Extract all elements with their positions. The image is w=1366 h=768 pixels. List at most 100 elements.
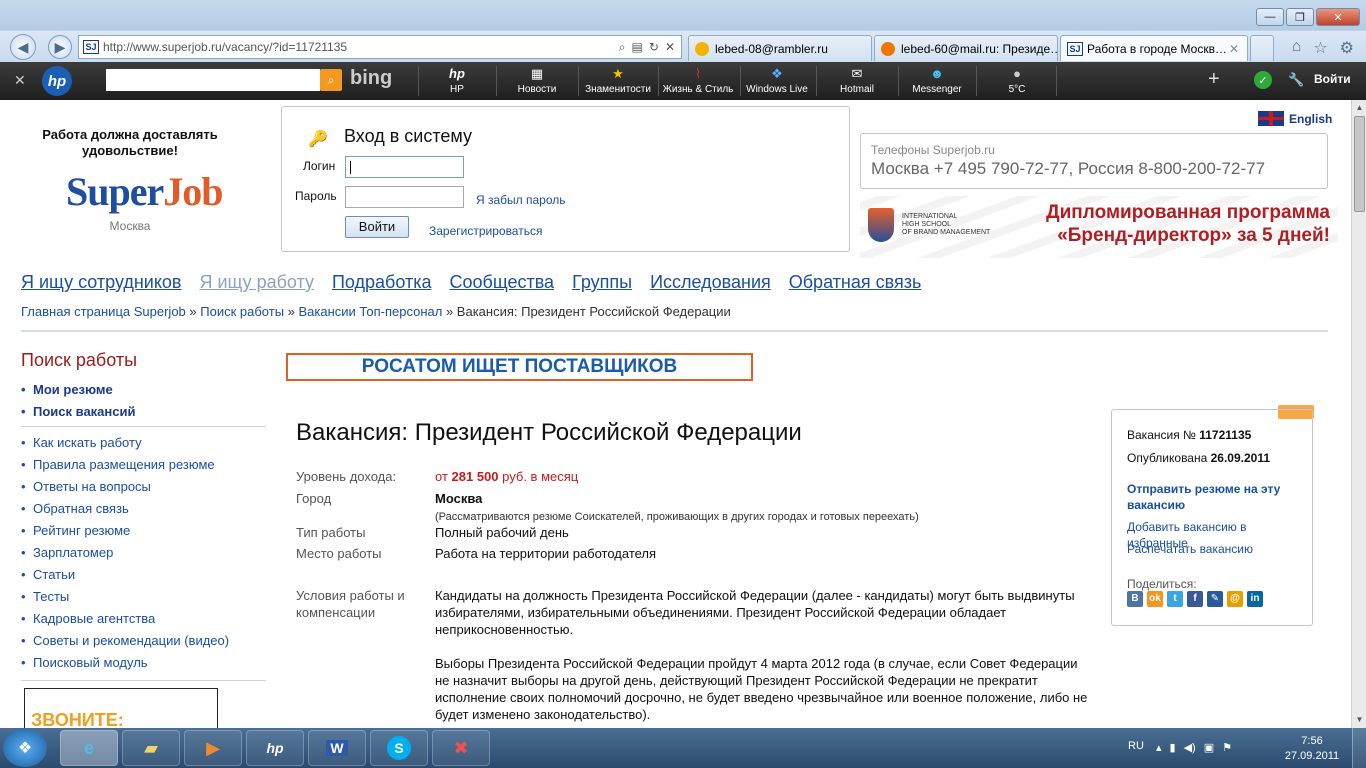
toolbar-hotmail[interactable]: ✉ Hotmail — [826, 66, 888, 95]
breadcrumb-job-search[interactable]: Поиск работы — [200, 304, 284, 319]
close-tab-icon[interactable]: ✕ — [1229, 42, 1239, 56]
search-button[interactable]: ⌕ — [320, 69, 342, 91]
print-vacancy-link[interactable]: Распечатать вакансию — [1127, 541, 1307, 557]
mailru-icon[interactable]: @ — [1227, 591, 1243, 607]
wrench-icon[interactable]: 🔧 — [1288, 72, 1304, 88]
language-switch[interactable]: English — [1258, 111, 1332, 126]
toolbar-news[interactable]: ▦ Новости — [502, 66, 572, 95]
taskbar-network-app[interactable]: ✖ — [432, 730, 490, 766]
search-icon[interactable]: ⌕ — [619, 40, 626, 55]
nav-part-time[interactable]: Подработка — [332, 272, 432, 293]
workplace-label: Место работы — [296, 546, 382, 561]
hp-logo-icon[interactable]: hp — [42, 66, 72, 96]
sidebar-item-search-module[interactable]: Поисковый модуль — [21, 655, 266, 677]
forgot-password-link[interactable]: Я забыл пароль — [476, 193, 566, 207]
vertical-scrollbar[interactable]: ▲ ▼ — [1351, 100, 1366, 728]
toolbar-login-link[interactable]: Войти — [1314, 72, 1351, 86]
nav-groups[interactable]: Группы — [572, 272, 632, 293]
brand-school-banner[interactable]: INTERNATIONAL HIGH SCHOOL OF BRAND MANAG… — [860, 196, 1338, 258]
register-link[interactable]: Зарегистрироваться — [429, 224, 542, 238]
sidebar-item-how-to-search[interactable]: Как искать работу — [21, 435, 266, 457]
gear-icon[interactable]: ⚙ — [1340, 38, 1354, 58]
sidebar-item-video-tips[interactable]: Советы и рекомендации (видео) — [21, 633, 266, 655]
keyboard-language[interactable]: RU — [1128, 740, 1144, 752]
sidebar-item-agencies[interactable]: Кадровые агентства — [21, 611, 266, 633]
toolbar-windows-live[interactable]: ❖ Windows Live — [744, 66, 810, 95]
sidebar-item-faq[interactable]: Ответы на вопросы — [21, 479, 266, 501]
sidebar-item-vacancy-search[interactable]: Поиск вакансий — [21, 404, 266, 426]
vkontakte-icon[interactable]: В — [1127, 591, 1143, 607]
toolbar-celebrities[interactable]: ★ Знаменитости — [582, 66, 654, 95]
odnoklassniki-icon[interactable]: ok — [1147, 591, 1163, 607]
livejournal-icon[interactable]: ✎ — [1207, 591, 1223, 607]
nav-communities[interactable]: Сообщества — [450, 272, 555, 293]
url-text[interactable]: http://www.superjob.ru/vacancy/?id=11721… — [103, 40, 619, 54]
toolbar-lifestyle[interactable]: ⌇ Жизнь & Стиль — [660, 66, 736, 95]
close-window-button[interactable]: ✕ — [1316, 8, 1360, 26]
scroll-down-arrow-icon[interactable]: ▼ — [1352, 712, 1366, 728]
breadcrumb-top-vacancies[interactable]: Вакансии Топ-персонал — [299, 304, 443, 319]
sidebar-item-salary-meter[interactable]: Зарплатомер — [21, 545, 266, 567]
taskbar-clock[interactable]: 7:56 27.09.2011 — [1282, 734, 1342, 764]
start-button[interactable]: ❖ — [3, 729, 47, 767]
twitter-icon[interactable]: t — [1167, 591, 1183, 607]
sidebar-ad[interactable]: ЗВОНИТЕ: — [24, 688, 218, 728]
add-toolbar-button[interactable]: + — [1208, 68, 1220, 91]
nav-employers[interactable]: Я ищу сотрудников — [21, 272, 182, 293]
volume-icon[interactable]: ◀) — [1184, 741, 1196, 754]
sidebar-item-feedback[interactable]: Обратная связь — [21, 501, 266, 523]
taskbar-hp[interactable]: hp — [246, 730, 304, 766]
minimize-button[interactable]: — — [1256, 8, 1284, 26]
stop-icon[interactable]: ✕ — [665, 40, 675, 55]
tab-rambler[interactable]: lebed-08@rambler.ru — [688, 35, 872, 61]
taskbar-word[interactable]: W — [308, 730, 366, 766]
address-bar[interactable]: SJ http://www.superjob.ru/vacancy/?id=11… — [78, 35, 682, 59]
home-icon[interactable]: ⌂ — [1292, 38, 1302, 58]
scrollbar-thumb[interactable] — [1354, 116, 1365, 212]
refresh-icon[interactable]: ↻ — [649, 40, 659, 55]
nav-feedback[interactable]: Обратная связь — [789, 272, 922, 293]
nav-job-search[interactable]: Я ищу работу — [200, 272, 314, 293]
tray-arrow-icon[interactable]: ▴ — [1156, 741, 1162, 754]
bing-search-input[interactable] — [106, 69, 320, 91]
taskbar-explorer[interactable]: ▰ — [122, 730, 180, 766]
back-button[interactable]: ◀ — [10, 34, 36, 60]
new-tab-button[interactable] — [1250, 35, 1274, 61]
scroll-up-arrow-icon[interactable]: ▲ — [1352, 100, 1366, 116]
password-input[interactable] — [345, 186, 464, 208]
close-toolbar-icon[interactable]: ✕ — [14, 72, 26, 89]
sidebar-item-rules[interactable]: Правила размещения резюме — [21, 457, 266, 479]
sidebar-item-my-resumes[interactable]: Мои резюме — [21, 382, 266, 404]
rosatom-banner[interactable]: РОСАТОМ ИЩЕТ ПОСТАВЩИКОВ — [286, 353, 753, 381]
network-icon[interactable]: ▣ — [1204, 741, 1214, 754]
login-submit-button[interactable]: Войти — [345, 216, 409, 238]
toolbar-hp[interactable]: hp HP — [432, 66, 482, 95]
taskbar-internet-explorer[interactable]: e — [60, 730, 118, 766]
nav-research[interactable]: Исследования — [650, 272, 771, 293]
send-resume-link[interactable]: Отправить резюме на эту вакансию — [1127, 481, 1307, 513]
linkedin-icon[interactable]: in — [1247, 591, 1263, 607]
security-shield-icon[interactable]: ✓ — [1254, 71, 1272, 89]
tab-superjob[interactable]: SJ Работа в городе Москв… ✕ — [1060, 35, 1248, 61]
taskbar-media-player[interactable]: ▶ — [184, 730, 242, 766]
sidebar-item-tests[interactable]: Тесты — [21, 589, 266, 611]
action-center-icon[interactable]: ⚑ — [1222, 741, 1232, 754]
tab-mail[interactable]: lebed-60@mail.ru: Президе… — [874, 35, 1058, 61]
breadcrumb-home[interactable]: Главная страница Superjob — [21, 304, 186, 319]
sidebar-item-resume-rating[interactable]: Рейтинг резюме — [21, 523, 266, 545]
facebook-icon[interactable]: f — [1187, 591, 1203, 607]
mail-icon — [881, 41, 895, 56]
login-input[interactable] — [345, 156, 464, 178]
sidebar-item-articles[interactable]: Статьи — [21, 567, 266, 589]
toolbar-messenger[interactable]: ☻ Messenger — [906, 66, 968, 95]
favorites-star-icon[interactable]: ☆ — [1313, 38, 1327, 58]
power-icon[interactable]: ▮ — [1170, 741, 1176, 754]
toolbar-weather[interactable]: ● 5°C — [992, 66, 1042, 95]
superjob-logo[interactable]: SuperJob — [66, 168, 224, 215]
compatibility-view-icon[interactable]: ▤ — [632, 40, 643, 55]
taskbar-skype[interactable]: S — [370, 730, 428, 766]
maximize-button[interactable]: ❐ — [1286, 8, 1314, 26]
tab-label: lebed-60@mail.ru: Президе… — [901, 41, 1058, 56]
show-desktop-button[interactable] — [1352, 728, 1366, 768]
forward-button[interactable]: ▶ — [48, 35, 72, 59]
